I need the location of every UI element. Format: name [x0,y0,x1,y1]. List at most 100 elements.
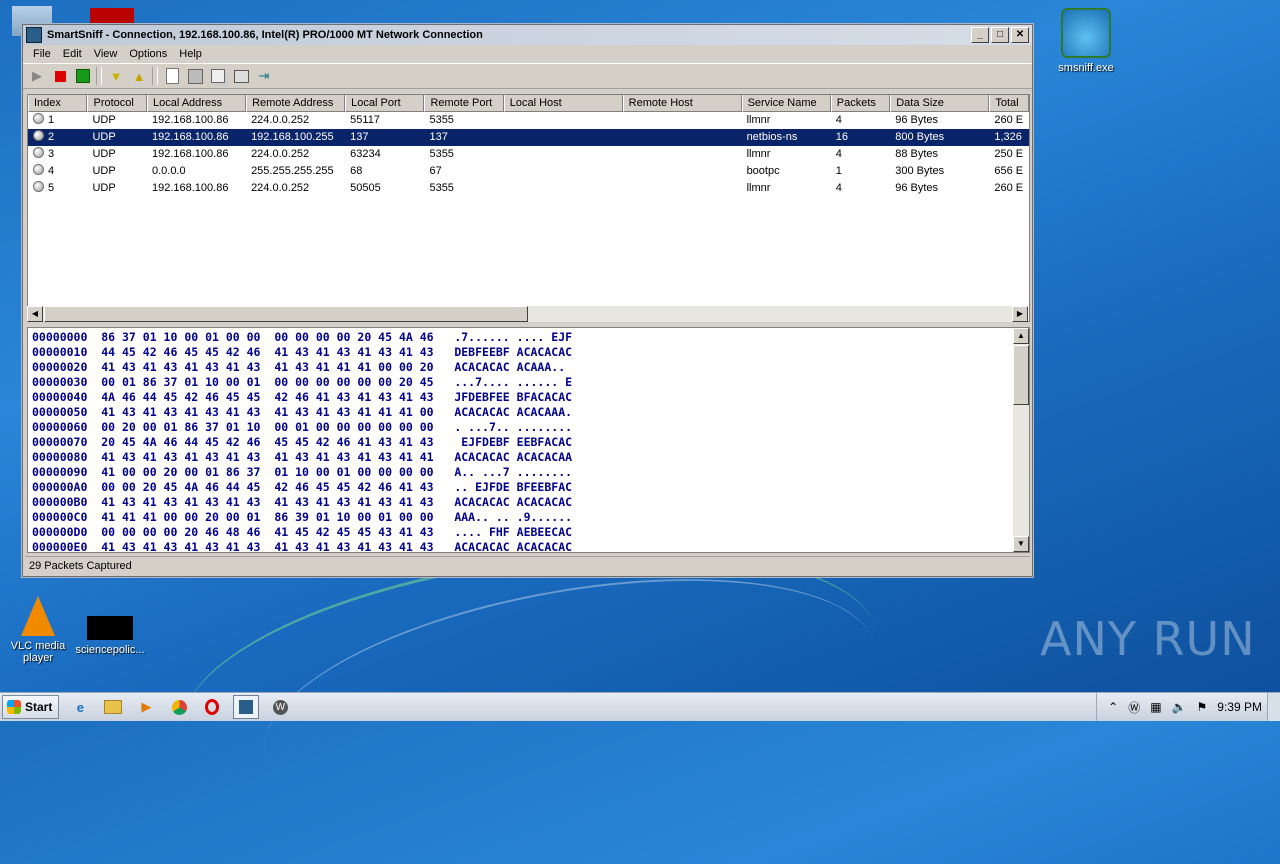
media-player-icon[interactable]: ▶ [134,696,158,718]
opera-icon[interactable] [200,696,224,718]
smsniff-icon [1061,8,1111,58]
chrome-icon[interactable] [167,696,191,718]
table-cell-protocol: UDP [92,114,116,126]
table-cell-remote-port: 5355 [429,148,454,160]
menu-edit[interactable]: Edit [57,48,88,60]
column-header[interactable]: Index [28,95,88,112]
close-button[interactable]: ✕ [1011,27,1029,43]
play-icon[interactable]: ▶ [27,66,47,86]
table-cell-remote-address: 224.0.0.252 [251,148,310,160]
connections-table[interactable]: Index Protocol Local Address Remote Addr… [27,94,1030,322]
properties-icon[interactable] [231,66,251,86]
scroll-left-icon[interactable]: ◀ [27,306,43,322]
table-cell-service: netbios-ns [746,131,798,143]
table-cell-local-host [504,112,623,129]
table-cell-remote-port: 67 [429,165,442,177]
stop-icon[interactable] [50,66,70,86]
column-header[interactable]: Protocol [87,95,147,112]
table-cell-protocol: UDP [92,182,116,194]
table-cell-service: bootpc [746,165,780,177]
menu-view[interactable]: View [88,48,124,60]
copy-icon[interactable] [208,66,228,86]
desktop-icon-smsniff[interactable]: smsniff.exe [1048,8,1124,74]
column-header[interactable]: Remote Host [622,95,742,112]
vertical-scrollbar[interactable]: ▲ ▼ [1013,328,1029,552]
minimize-button[interactable]: _ [971,27,989,43]
table-row[interactable]: 3 UDP 192.168.100.86 224.0.0.252 63234 5355 ll… [28,146,1029,163]
table-cell-total: 260 E [994,182,1024,194]
table-header: Index Protocol Local Address Remote Addr… [28,95,1029,112]
hex-dump-view[interactable]: 00000000 86 37 01 10 00 01 00 00 00 00 0… [27,327,1030,553]
new-icon[interactable] [162,66,182,86]
desktop-icon-label: VLC media player [10,640,66,664]
menu-help[interactable]: Help [173,48,208,60]
column-header[interactable]: Local Host [503,95,623,112]
volume-icon[interactable]: 🔈 [1172,700,1187,714]
column-header[interactable]: Service Name [741,95,831,112]
table-cell-packets: 1 [835,165,842,177]
clock[interactable]: 9:39 PM [1217,700,1262,714]
title-bar[interactable]: SmartSniff - Connection, 192.168.100.86,… [23,25,1032,45]
action-center-icon[interactable]: ⚑ [1197,700,1208,714]
column-header[interactable]: Remote Address [246,95,346,112]
menu-options[interactable]: Options [123,48,173,60]
table-cell-index: 4 [28,163,87,180]
hex-line: 00000090 41 00 00 20 00 01 86 37 01 10 0… [32,465,573,479]
network-icon[interactable]: ▦ [1150,700,1161,714]
table-row[interactable]: 2 UDP 192.168.100.86 192.168.100.255 137 137 n… [28,129,1029,146]
toolbar: ▶ ▼ ▲ ⇥ [23,63,1032,89]
table-cell-index: 2 [28,129,87,146]
ie-icon[interactable]: e [68,696,92,718]
save-icon[interactable] [185,66,205,86]
start-button[interactable]: Start [2,695,60,719]
scroll-thumb[interactable] [1013,345,1029,405]
table-row[interactable]: 5 UDP 192.168.100.86 224.0.0.252 50505 5355 ll… [28,180,1029,197]
table-cell-local-host [504,146,623,163]
scroll-thumb[interactable] [44,306,528,322]
table-row[interactable]: 1 UDP 192.168.100.86 224.0.0.252 55117 5355 ll… [28,112,1029,129]
folder-icon[interactable] [101,696,125,718]
maximize-button[interactable]: □ [991,27,1009,43]
horizontal-scrollbar[interactable]: ◀ ▶ [27,306,1028,322]
scroll-right-icon[interactable]: ▶ [1012,306,1028,322]
desktop-icon-sciencepolicy[interactable]: sciencepolic... [72,616,148,656]
desktop-red-icon[interactable] [90,8,134,24]
table-cell-remote-port: 5355 [429,114,454,126]
exit-icon[interactable]: ⇥ [254,66,274,86]
table-cell-total: 656 E [994,165,1024,177]
table-cell-local-port: 55117 [350,114,380,126]
table-cell-data-size: 800 Bytes [895,131,945,143]
tray-expand-icon[interactable]: ⌃ [1108,700,1118,714]
status-dot-icon [33,147,44,158]
table-cell-packets: 4 [835,148,842,160]
capture-icon[interactable] [73,66,93,86]
column-header[interactable]: Local Port [345,95,425,112]
table-cell-remote-port: 137 [429,131,448,143]
desktop-icon-label: smsniff.exe [1058,62,1114,74]
smartsniff-taskbar-icon[interactable] [233,695,260,719]
column-header[interactable]: Packets [830,95,891,112]
table-cell-remote-address: 192.168.100.255 [251,131,334,143]
show-desktop-button[interactable] [1267,693,1280,721]
column-header[interactable]: Data Size [890,95,990,112]
word-icon[interactable]: W [268,696,292,718]
column-header[interactable]: Total [989,95,1029,112]
table-cell-index: 1 [28,112,87,129]
desktop-icon-vlc[interactable]: VLC media player [0,596,76,664]
scroll-down-icon[interactable]: ▼ [1013,536,1029,552]
table-row[interactable]: 4 UDP 0.0.0.0 255.255.255.255 68 67 bootpc 1 300… [28,163,1029,180]
smartsniff-window: SmartSniff - Connection, 192.168.100.86,… [22,24,1033,577]
table-cell-remote-host [623,112,742,129]
column-header[interactable]: Local Address [146,95,247,112]
row-index: 1 [48,114,55,126]
column-header[interactable]: Remote Port [424,95,504,112]
table-cell-local-address: 0.0.0.0 [151,165,186,177]
menu-file[interactable]: File [27,48,57,60]
scroll-up-icon[interactable]: ▲ [1013,328,1029,344]
filter-alt-icon[interactable]: ▲ [129,66,149,86]
hex-line: 00000040 4A 46 44 45 42 46 45 45 42 46 4… [32,390,573,404]
table-cell-service: llmnr [746,114,771,126]
filter-icon[interactable]: ▼ [106,66,126,86]
table-cell-local-port: 50505 [350,182,381,194]
tray-word-icon[interactable]: Ⓦ [1128,699,1140,716]
